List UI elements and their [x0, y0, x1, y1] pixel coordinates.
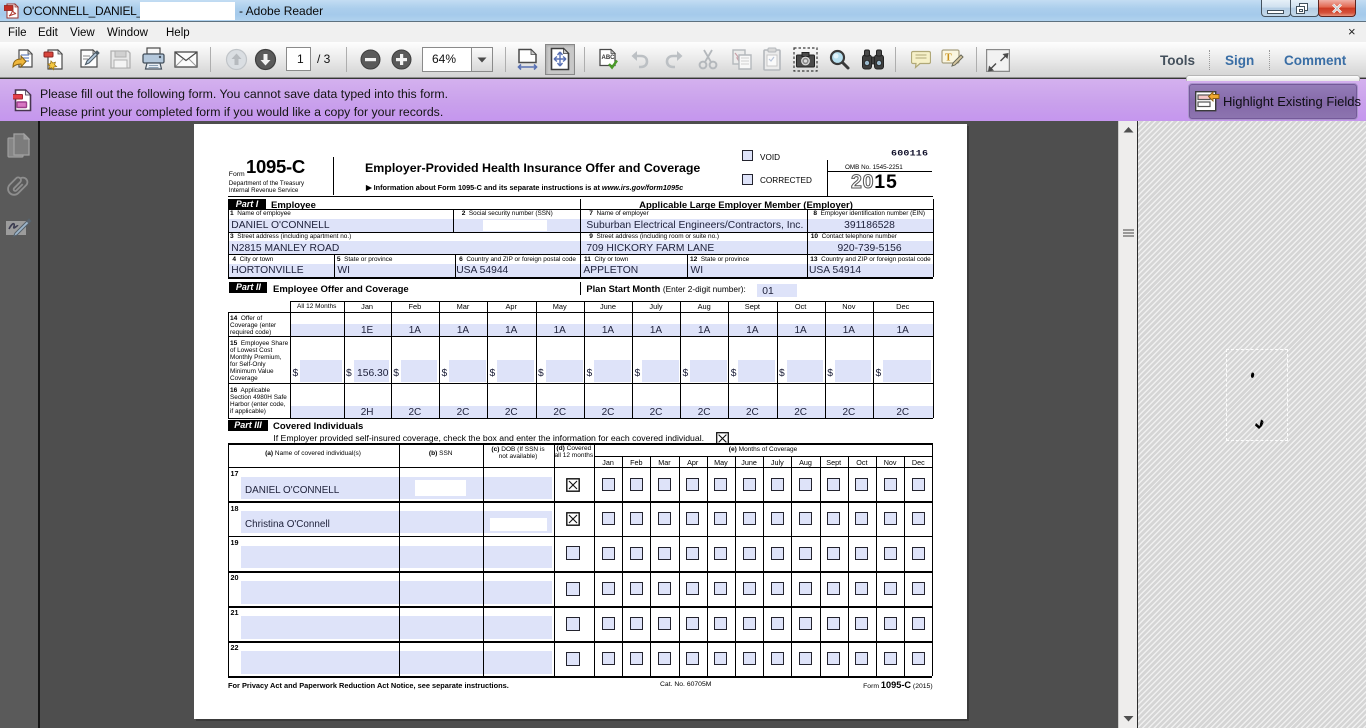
svg-text:ABC: ABC: [602, 55, 616, 61]
svg-text:T: T: [945, 53, 952, 64]
